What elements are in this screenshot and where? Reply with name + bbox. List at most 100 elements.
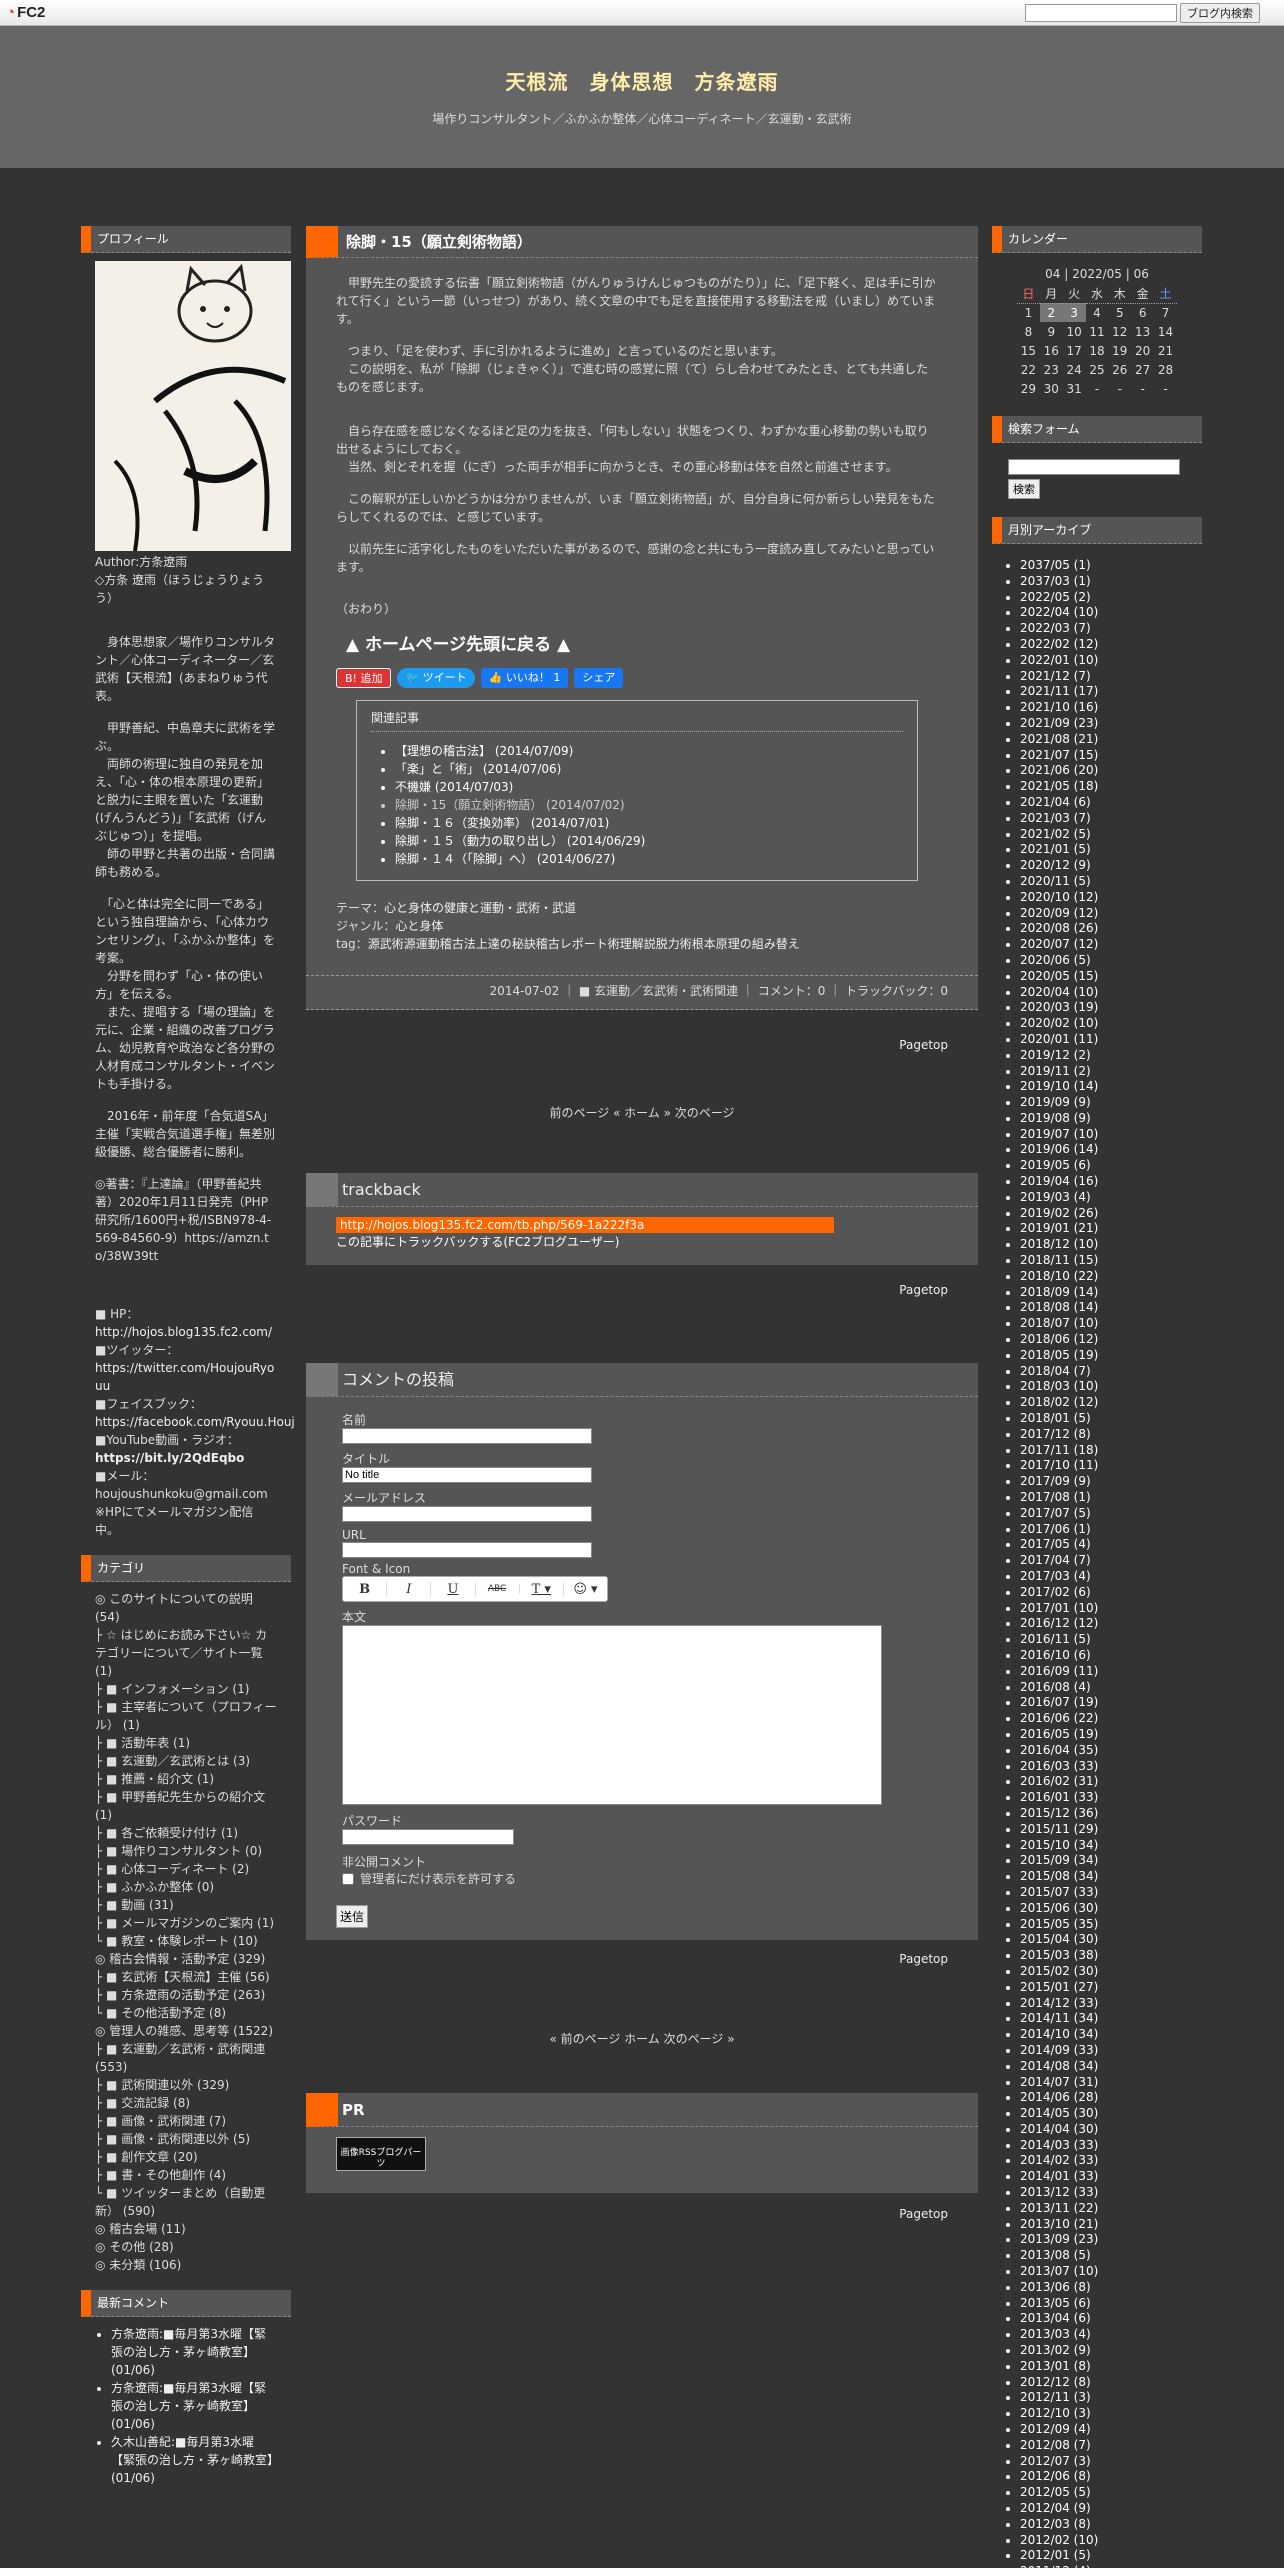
archive-item[interactable]: 2018/09 (14) <box>1020 1285 1202 1301</box>
archive-item[interactable]: 2015/04 (30) <box>1020 1932 1202 1948</box>
name-input[interactable] <box>342 1428 592 1444</box>
archive-item[interactable]: 2016/11 (5) <box>1020 1632 1202 1648</box>
archive-item[interactable]: 2014/06 (28) <box>1020 2090 1202 2106</box>
archive-item[interactable]: 2021/11 (17) <box>1020 684 1202 700</box>
archive-item[interactable]: 2017/02 (6) <box>1020 1585 1202 1601</box>
archive-item[interactable]: 2019/09 (9) <box>1020 1095 1202 1111</box>
archive-item[interactable]: 2013/04 (6) <box>1020 2311 1202 2327</box>
category-item[interactable]: ├ ■ 玄武術【天根流】主催 (56) <box>95 1968 277 1986</box>
theme-link[interactable]: 心と身体の健康と運動・武術・武道 <box>384 901 576 915</box>
title-input[interactable] <box>342 1467 592 1483</box>
category-item[interactable]: ├ ■ 活動年表 (1) <box>95 1734 277 1752</box>
pager[interactable]: « 前のページ ホーム 次のページ » <box>306 2030 978 2047</box>
trackback-link[interactable]: この記事にトラックバックする(FC2ブログユーザー) <box>336 1233 948 1251</box>
blog-title[interactable]: 天根流 身体思想 方条遼雨 <box>0 66 1284 95</box>
archive-item[interactable]: 2037/05 (1) <box>1020 558 1202 574</box>
archive-item[interactable]: 2021/05 (18) <box>1020 779 1202 795</box>
archive-item[interactable]: 2021/03 (7) <box>1020 811 1202 827</box>
archive-item[interactable]: 2015/06 (30) <box>1020 1901 1202 1917</box>
trackback-url[interactable]: http://hojos.blog135.fc2.com/tb.php/569-… <box>336 1217 834 1233</box>
archive-item[interactable]: 2021/01 (5) <box>1020 842 1202 858</box>
related-article-item[interactable]: 除脚・15（願立剣術物語） (2014/07/02) <box>395 796 903 814</box>
text-color-button[interactable]: T ▾ <box>520 1581 564 1597</box>
archive-item[interactable]: 2018/06 (12) <box>1020 1332 1202 1348</box>
archive-item[interactable]: 2012/04 (9) <box>1020 2501 1202 2517</box>
category-item[interactable]: ◎ このサイトについての説明 (54) <box>95 1590 277 1626</box>
archive-item[interactable]: 2017/07 (5) <box>1020 1506 1202 1522</box>
archive-item[interactable]: 2019/07 (10) <box>1020 1127 1202 1143</box>
mail-input[interactable] <box>342 1506 592 1522</box>
archive-item[interactable]: 2020/01 (11) <box>1020 1032 1202 1048</box>
archive-item[interactable]: 2017/12 (8) <box>1020 1427 1202 1443</box>
search-input[interactable] <box>1008 459 1180 475</box>
archive-item[interactable]: 2020/12 (9) <box>1020 858 1202 874</box>
archive-item[interactable]: 2021/04 (6) <box>1020 795 1202 811</box>
archive-item[interactable]: 2012/05 (5) <box>1020 2485 1202 2501</box>
category-item[interactable]: ├ ■ 書・その他創作 (4) <box>95 2166 277 2184</box>
password-input[interactable] <box>342 1829 514 1845</box>
archive-item[interactable]: 2013/01 (8) <box>1020 2359 1202 2375</box>
category-item[interactable]: ├ ■ 各ご依頼受け付け (1) <box>95 1824 277 1842</box>
archive-item[interactable]: 2018/04 (7) <box>1020 1364 1202 1380</box>
blog-search-button[interactable]: ブログ内検索 <box>1180 3 1260 23</box>
category-item[interactable]: ├ ■ 場作りコンサルタント (0) <box>95 1842 277 1860</box>
recent-comment-item[interactable]: 方条遼雨:■毎月第3水曜【緊張の治し方・茅ヶ崎教室】(01/06) <box>111 2325 277 2379</box>
archive-item[interactable]: 2012/08 (7) <box>1020 2438 1202 2454</box>
archive-item[interactable]: 2019/06 (14) <box>1020 1142 1202 1158</box>
archive-item[interactable]: 2018/07 (10) <box>1020 1316 1202 1332</box>
facebook-share-button[interactable]: シェア <box>574 668 624 688</box>
category-item[interactable]: ├ ■ 創作文章 (20) <box>95 2148 277 2166</box>
archive-item[interactable]: 2014/12 (33) <box>1020 1996 1202 2012</box>
category-item[interactable]: ├ ■ 心体コーディネート (2) <box>95 1860 277 1878</box>
profile-twitter-link[interactable]: https://twitter.com/HoujouRyouu <box>95 1361 274 1393</box>
archive-item[interactable]: 2022/05 (2) <box>1020 590 1202 606</box>
archive-item[interactable]: 2020/06 (5) <box>1020 953 1202 969</box>
archive-item[interactable]: 2012/03 (8) <box>1020 2517 1202 2533</box>
archive-item[interactable]: 2013/10 (21) <box>1020 2217 1202 2233</box>
archive-item[interactable]: 2012/02 (10) <box>1020 2533 1202 2549</box>
archive-item[interactable]: 2019/03 (4) <box>1020 1190 1202 1206</box>
fc2-logo[interactable]: ◔ FC2 <box>6 4 45 21</box>
blog-search-input[interactable] <box>1025 4 1177 22</box>
archive-item[interactable]: 2016/02 (31) <box>1020 1774 1202 1790</box>
related-article-item[interactable]: 不機嫌 (2014/07/03) <box>395 778 903 796</box>
archive-item[interactable]: 2011/12 (4) <box>1020 2564 1202 2568</box>
archive-item[interactable]: 2017/03 (4) <box>1020 1569 1202 1585</box>
category-item[interactable]: └ ■ 教室・体験レポート (10) <box>95 1932 277 1950</box>
archive-item[interactable]: 2018/10 (22) <box>1020 1269 1202 1285</box>
category-item[interactable]: ◎ その他 (28) <box>95 2238 277 2256</box>
category-item[interactable]: ├ ■ インフォメーション (1) <box>95 1680 277 1698</box>
category-item[interactable]: └ ■ ツイッターまとめ（自動更新） (590) <box>95 2184 277 2220</box>
archive-item[interactable]: 2020/11 (5) <box>1020 874 1202 890</box>
related-article-item[interactable]: 除脚・１４（「除脚」へ） (2014/06/27) <box>395 850 903 868</box>
pr-banner[interactable]: 画像RSSブログパーツ <box>336 2137 426 2171</box>
archive-item[interactable]: 2017/08 (1) <box>1020 1490 1202 1506</box>
archive-item[interactable]: 2014/09 (33) <box>1020 2043 1202 2059</box>
pagetop-link[interactable]: Pagetop <box>306 1038 978 1052</box>
archive-item[interactable]: 2015/12 (36) <box>1020 1806 1202 1822</box>
archive-item[interactable]: 2020/04 (10) <box>1020 985 1202 1001</box>
archive-item[interactable]: 2013/08 (5) <box>1020 2248 1202 2264</box>
facebook-like-button[interactable]: 👍 いいね！ 1 <box>480 668 569 688</box>
category-item[interactable]: ├ ■ 玄運動／玄武術とは (3) <box>95 1752 277 1770</box>
archive-item[interactable]: 2016/12 (12) <box>1020 1616 1202 1632</box>
archive-item[interactable]: 2013/02 (9) <box>1020 2343 1202 2359</box>
category-item[interactable]: ├ ■ 主宰者について（プロフィール） (1) <box>95 1698 277 1734</box>
recent-comment-item[interactable]: 方条遼雨:■毎月第3水曜【緊張の治し方・茅ヶ崎教室】(01/06) <box>111 2379 277 2433</box>
archive-item[interactable]: 2016/05 (19) <box>1020 1727 1202 1743</box>
archive-item[interactable]: 2021/08 (21) <box>1020 732 1202 748</box>
calendar-day[interactable]: 3 <box>1062 303 1086 322</box>
archive-item[interactable]: 2014/10 (34) <box>1020 2027 1202 2043</box>
category-item[interactable]: ├ ■ 画像・武術関連 (7) <box>95 2112 277 2130</box>
genre-link[interactable]: 心と身体 <box>395 919 443 933</box>
bold-button[interactable]: B <box>343 1581 388 1597</box>
archive-item[interactable]: 2013/05 (6) <box>1020 2296 1202 2312</box>
archive-item[interactable]: 2017/09 (9) <box>1020 1474 1202 1490</box>
archive-item[interactable]: 2017/10 (11) <box>1020 1458 1202 1474</box>
category-item[interactable]: ├ ■ メールマガジンのご案内 (1) <box>95 1914 277 1932</box>
archive-item[interactable]: 2020/05 (15) <box>1020 969 1202 985</box>
archive-item[interactable]: 2019/12 (2) <box>1020 1048 1202 1064</box>
secret-checkbox[interactable] <box>342 1872 354 1885</box>
archive-item[interactable]: 2022/04 (10) <box>1020 605 1202 621</box>
archive-item[interactable]: 2017/11 (18) <box>1020 1443 1202 1459</box>
